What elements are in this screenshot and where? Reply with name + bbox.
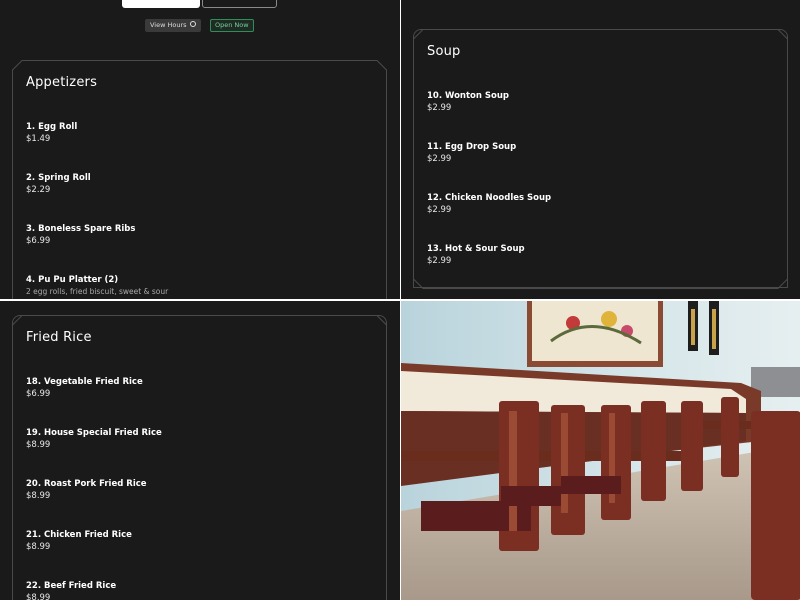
item-name: 21. Chicken Fried Rice: [26, 530, 132, 540]
item-price: $8.99: [26, 440, 51, 450]
view-hours-button[interactable]: View Hours: [145, 19, 201, 32]
appetizers-title: Appetizers: [26, 75, 98, 90]
item-price: $2.99: [427, 205, 452, 215]
item-price: $2.99: [427, 256, 452, 266]
secondary-action-button[interactable]: [202, 0, 277, 8]
fried-rice-card: Fried Rice 18. Vegetable Fried Rice $6.9…: [12, 315, 387, 600]
soup-card: Soup 10. Wonton Soup $2.99 11. Egg Drop …: [413, 29, 788, 288]
menu-item[interactable]: 20. Roast Pork Fried Rice $8.99: [26, 478, 147, 503]
item-name: 18. Vegetable Fried Rice: [26, 377, 143, 387]
item-name: 13. Hot & Sour Soup: [427, 244, 525, 254]
item-price: $2.99: [427, 154, 452, 164]
soup-title: Soup: [427, 44, 461, 59]
menu-item[interactable]: 10. Wonton Soup $2.99: [427, 90, 509, 115]
item-price: $6.99: [26, 236, 51, 246]
menu-item[interactable]: 13. Hot & Sour Soup $2.99: [427, 243, 525, 268]
open-status-badge: Open Now: [210, 19, 254, 32]
menu-item[interactable]: 2. Spring Roll $2.29: [26, 172, 91, 197]
item-name: 2. Spring Roll: [26, 173, 91, 183]
item-name: 19. House Special Fried Rice: [26, 428, 162, 438]
item-price: $6.99: [26, 389, 51, 399]
fried-rice-panel: Fried Rice 18. Vegetable Fried Rice $6.9…: [0, 301, 400, 600]
appetizers-card: Appetizers 1. Egg Roll $1.49 2. Spring R…: [12, 60, 387, 299]
item-name: 20. Roast Pork Fried Rice: [26, 479, 147, 489]
item-name: 22. Beef Fried Rice: [26, 581, 117, 591]
soup-panel: Soup 10. Wonton Soup $2.99 11. Egg Drop …: [401, 0, 800, 299]
restaurant-photo: [401, 301, 800, 600]
view-hours-label: View Hours: [150, 21, 187, 29]
menu-item[interactable]: 11. Egg Drop Soup $2.99: [427, 141, 516, 166]
item-name: 4. Pu Pu Platter (2): [26, 275, 119, 285]
item-description: 2 egg rolls, fried biscuit, sweet & sour: [26, 287, 169, 296]
item-name: 10. Wonton Soup: [427, 91, 509, 101]
item-name: 11. Egg Drop Soup: [427, 142, 517, 152]
item-name: 3. Boneless Spare Ribs: [26, 224, 136, 234]
menu-item[interactable]: 22. Beef Fried Rice $8.99: [26, 580, 116, 600]
open-status-label: Open Now: [215, 21, 249, 29]
appetizers-panel: View Hours Open Now Appetizers 1. Egg Ro…: [0, 0, 400, 299]
menu-item[interactable]: 4. Pu Pu Platter (2) 2 egg rolls, fried …: [26, 274, 168, 298]
item-price: $2.29: [26, 185, 51, 195]
item-price: $1.49: [26, 134, 51, 144]
item-price: $8.99: [26, 491, 51, 501]
menu-item[interactable]: 3. Boneless Spare Ribs $6.99: [26, 223, 135, 248]
menu-item[interactable]: 21. Chicken Fried Rice $8.99: [26, 529, 132, 554]
restaurant-interior-image: [401, 301, 800, 600]
menu-item[interactable]: 1. Egg Roll $1.49: [26, 121, 77, 146]
item-price: $8.99: [26, 593, 51, 600]
item-price: $8.99: [26, 542, 51, 552]
menu-item[interactable]: 19. House Special Fried Rice $8.99: [26, 427, 162, 452]
primary-action-button[interactable]: [122, 0, 200, 8]
item-price: $2.99: [427, 103, 452, 113]
menu-item[interactable]: 12. Chicken Noodles Soup $2.99: [427, 192, 551, 217]
menu-item[interactable]: 18. Vegetable Fried Rice $6.99: [26, 376, 143, 401]
clock-icon: [189, 21, 196, 27]
fried-rice-title: Fried Rice: [26, 330, 92, 345]
item-name: 1. Egg Roll: [26, 122, 78, 132]
item-name: 12. Chicken Noodles Soup: [427, 193, 552, 203]
